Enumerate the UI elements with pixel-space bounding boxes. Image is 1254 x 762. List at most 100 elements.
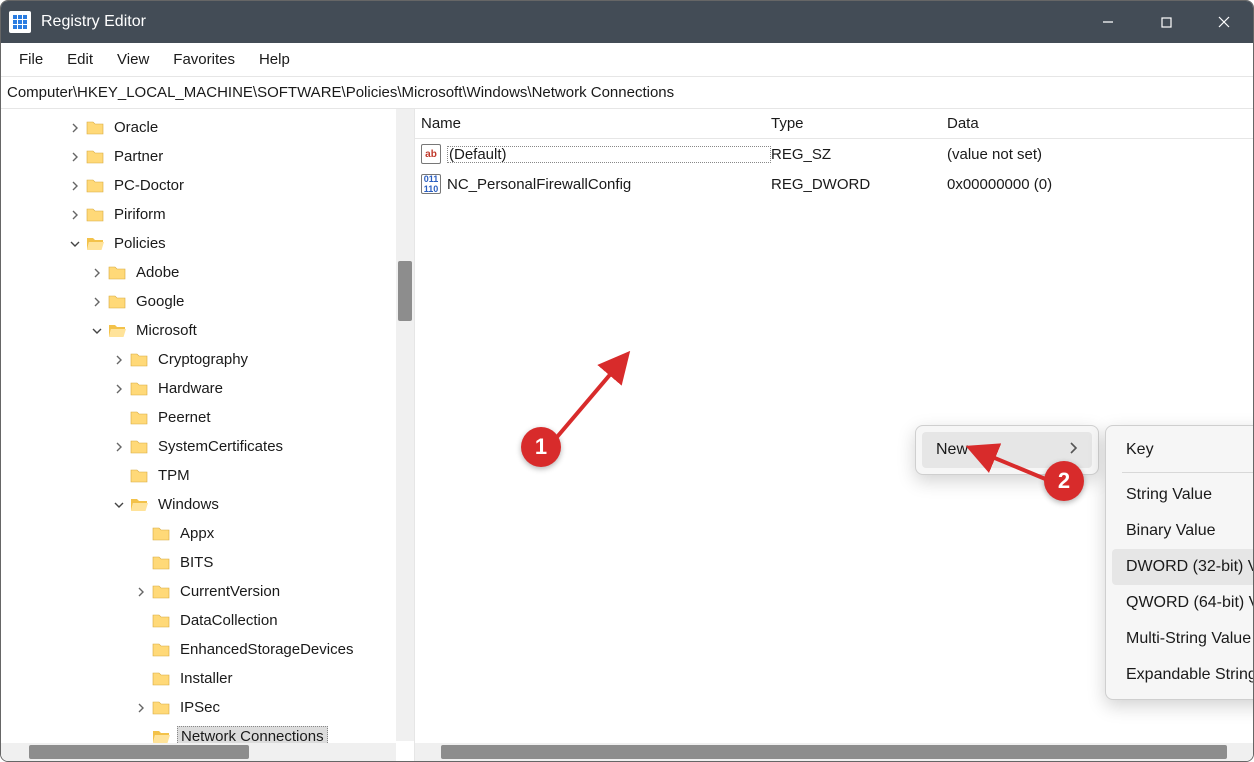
tree-item-syscert[interactable]: SystemCertificates — [1, 432, 414, 461]
tree-label: EnhancedStorageDevices — [177, 640, 356, 659]
address-text: Computer\HKEY_LOCAL_MACHINE\SOFTWARE\Pol… — [7, 84, 674, 101]
folder-icon — [85, 147, 105, 167]
col-name[interactable]: Name — [421, 115, 771, 132]
tree-item-hardware[interactable]: Hardware — [1, 374, 414, 403]
chevron-right-icon[interactable] — [133, 584, 149, 600]
tree-item-appx[interactable]: Appx — [1, 519, 414, 548]
arrow-icon — [549, 345, 639, 445]
tree-item-netconn[interactable]: Network Connections — [1, 722, 414, 743]
close-button[interactable] — [1195, 1, 1253, 43]
tree-vertical-scrollbar[interactable] — [396, 109, 414, 741]
folder-icon — [151, 582, 171, 602]
folder-open-icon — [107, 321, 127, 341]
chevron-right-icon[interactable] — [133, 700, 149, 716]
chevron-down-icon[interactable] — [67, 236, 83, 252]
ctx-item-label: QWORD (64-bit) Value — [1126, 594, 1253, 612]
value-type: REG_SZ — [771, 146, 947, 163]
tree-label: PC-Doctor — [111, 176, 187, 195]
value-row[interactable]: ab (Default) REG_SZ (value not set) — [415, 139, 1253, 169]
folder-icon — [151, 640, 171, 660]
titlebar[interactable]: Registry Editor — [1, 1, 1253, 43]
tree-horizontal-scrollbar[interactable] — [1, 743, 396, 761]
chevron-down-icon[interactable] — [111, 497, 127, 513]
ctx-item-dword[interactable]: DWORD (32-bit) Value — [1112, 549, 1253, 585]
col-data[interactable]: Data — [947, 115, 1253, 132]
tree[interactable]: Oracle Partner PC-Doctor Piriform Policies Ad… — [1, 109, 414, 743]
folder-icon — [151, 698, 171, 718]
ctx-item-multistring[interactable]: Multi-String Value — [1112, 621, 1253, 657]
chevron-right-icon[interactable] — [89, 265, 105, 281]
chevron-right-icon[interactable] — [111, 439, 127, 455]
tree-label: Oracle — [111, 118, 161, 137]
menu-file[interactable]: File — [7, 47, 55, 72]
tree-item-pcdoctor[interactable]: PC-Doctor — [1, 171, 414, 200]
chevron-right-icon[interactable] — [67, 149, 83, 165]
tree-item-ipsec[interactable]: IPSec — [1, 693, 414, 722]
folder-open-icon — [85, 234, 105, 254]
tree-item-policies[interactable]: Policies — [1, 229, 414, 258]
chevron-right-icon[interactable] — [67, 178, 83, 194]
folder-icon — [85, 118, 105, 138]
column-headers: Name Type Data — [415, 109, 1253, 139]
tree-item-windows[interactable]: Windows — [1, 490, 414, 519]
ctx-item-qword[interactable]: QWORD (64-bit) Value — [1112, 585, 1253, 621]
menu-edit[interactable]: Edit — [55, 47, 105, 72]
tree-label: Appx — [177, 524, 217, 543]
menu-favorites[interactable]: Favorites — [161, 47, 247, 72]
tree-label: Google — [133, 292, 187, 311]
tree-item-microsoft[interactable]: Microsoft — [1, 316, 414, 345]
tree-pane: Oracle Partner PC-Doctor Piriform Policies Ad… — [1, 109, 415, 761]
tree-label: Policies — [111, 234, 169, 253]
folder-icon — [85, 205, 105, 225]
ctx-item-label: Key — [1126, 441, 1154, 459]
chevron-down-icon[interactable] — [89, 323, 105, 339]
chevron-right-icon[interactable] — [67, 120, 83, 136]
ctx-item-binary[interactable]: Binary Value — [1112, 513, 1253, 549]
app-title: Registry Editor — [41, 13, 1079, 31]
tree-item-adobe[interactable]: Adobe — [1, 258, 414, 287]
tree-item-crypto[interactable]: Cryptography — [1, 345, 414, 374]
scrollbar-thumb[interactable] — [441, 745, 1227, 759]
ctx-item-expandstring[interactable]: Expandable String Value — [1112, 657, 1253, 693]
context-submenu: Key String Value Binary Value DWORD (32-… — [1105, 425, 1253, 700]
minimize-button[interactable] — [1079, 1, 1137, 43]
maximize-button[interactable] — [1137, 1, 1195, 43]
tree-label: Cryptography — [155, 350, 251, 369]
ctx-item-label: String Value — [1126, 486, 1212, 504]
folder-icon — [85, 176, 105, 196]
menu-help[interactable]: Help — [247, 47, 302, 72]
tree-item-curver[interactable]: CurrentVersion — [1, 577, 414, 606]
tree-item-oracle[interactable]: Oracle — [1, 113, 414, 142]
chevron-right-icon[interactable] — [67, 207, 83, 223]
scrollbar-thumb[interactable] — [29, 745, 249, 759]
tree-item-esd[interactable]: EnhancedStorageDevices — [1, 635, 414, 664]
scrollbar-thumb[interactable] — [398, 261, 412, 321]
tree-item-peernet[interactable]: Peernet — [1, 403, 414, 432]
value-type: REG_DWORD — [771, 176, 947, 193]
ctx-item-key[interactable]: Key — [1112, 432, 1253, 468]
chevron-right-icon — [1070, 441, 1078, 459]
tree-item-tpm[interactable]: TPM — [1, 461, 414, 490]
tree-label: Network Connections — [177, 726, 328, 743]
chevron-right-icon[interactable] — [111, 352, 127, 368]
value-list[interactable]: ab (Default) REG_SZ (value not set) 0111… — [415, 139, 1253, 743]
address-bar[interactable]: Computer\HKEY_LOCAL_MACHINE\SOFTWARE\Pol… — [1, 77, 1253, 109]
folder-icon — [151, 669, 171, 689]
chevron-right-icon[interactable] — [89, 294, 105, 310]
chevron-right-icon[interactable] — [111, 381, 127, 397]
menu-separator — [1122, 472, 1253, 473]
tree-item-partner[interactable]: Partner — [1, 142, 414, 171]
tree-item-installer[interactable]: Installer — [1, 664, 414, 693]
tree-item-datacoll[interactable]: DataCollection — [1, 606, 414, 635]
tree-item-google[interactable]: Google — [1, 287, 414, 316]
tree-item-piriform[interactable]: Piriform — [1, 200, 414, 229]
value-row[interactable]: 011110 NC_PersonalFirewallConfig REG_DWO… — [415, 169, 1253, 199]
folder-icon — [129, 350, 149, 370]
menu-view[interactable]: View — [105, 47, 161, 72]
ctx-item-string[interactable]: String Value — [1112, 477, 1253, 513]
tree-item-bits[interactable]: BITS — [1, 548, 414, 577]
folder-icon — [151, 611, 171, 631]
list-horizontal-scrollbar[interactable] — [415, 743, 1253, 761]
tree-label: Piriform — [111, 205, 169, 224]
col-type[interactable]: Type — [771, 115, 947, 132]
